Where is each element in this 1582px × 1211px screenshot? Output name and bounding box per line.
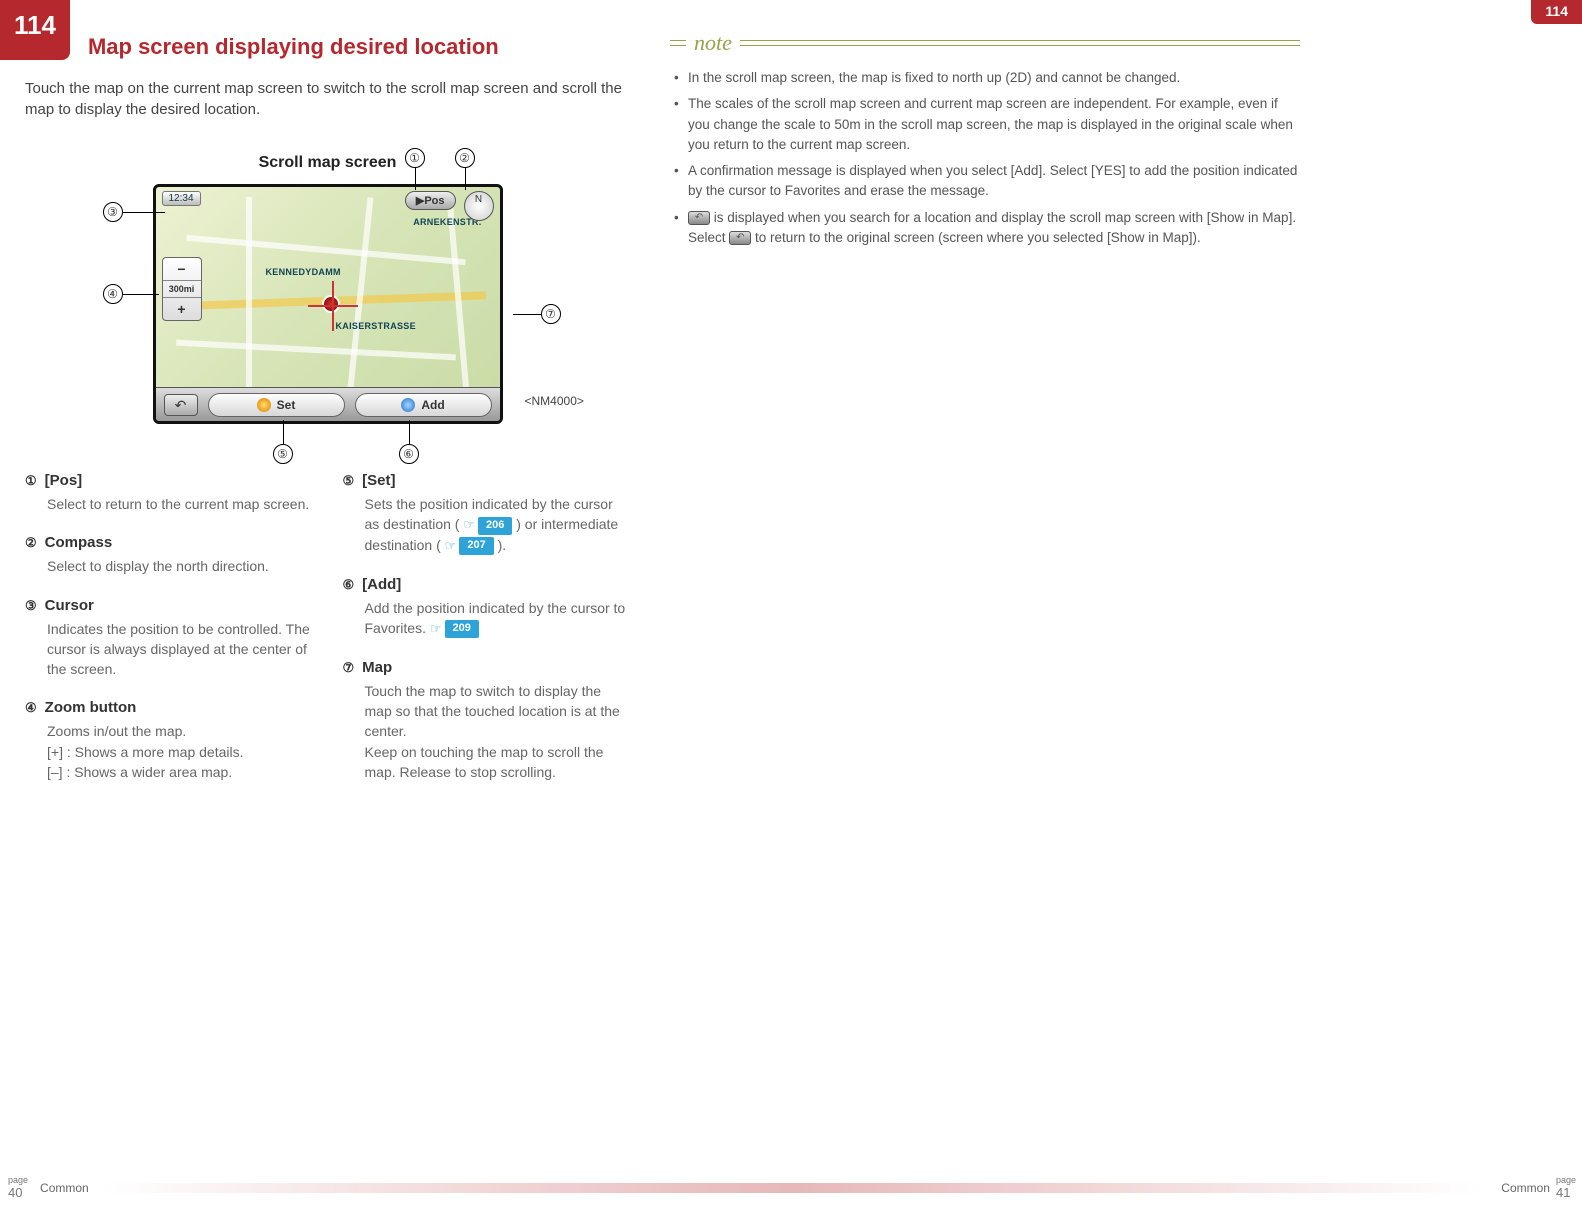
callout-7: ⑦ xyxy=(541,304,561,324)
note-heading: note xyxy=(670,30,1300,56)
set-button[interactable]: Set xyxy=(208,393,345,417)
add-button[interactable]: Add xyxy=(355,393,492,417)
note-item: ↶ is displayed when you search for a loc… xyxy=(674,208,1300,249)
description-column-left: ① [Pos] Select to return to the current … xyxy=(25,472,313,802)
street-label-2: KENNEDYDAMM xyxy=(266,267,341,277)
page-ref-209: ☞ 209 xyxy=(430,620,479,639)
callout-5: ⑤ xyxy=(273,444,293,464)
page-content: 114 Map screen displaying desired locati… xyxy=(0,0,1582,802)
map-screenshot: ARNEKENSTR. KENNEDYDAMM KAISERSTRASSE 12… xyxy=(153,184,503,424)
desc-body: Add the position indicated by the cursor… xyxy=(343,598,631,639)
figure-caption: Scroll map screen xyxy=(25,154,630,172)
desc-body: Indicates the position to be controlled.… xyxy=(25,619,313,680)
desc-num: ② xyxy=(25,535,37,551)
right-page-column: note In the scroll map screen, the map i… xyxy=(650,20,1300,802)
zoom-minus-button[interactable]: − xyxy=(163,258,201,281)
zoom-control[interactable]: − 300mi + xyxy=(162,257,202,321)
figure-block: Scroll map screen ARNEKENSTR. KENNEDYDAM… xyxy=(25,154,630,428)
left-page-column: 114 Map screen displaying desired locati… xyxy=(0,20,650,802)
desc-title: Map xyxy=(362,659,392,676)
corner-page-number: 114 xyxy=(1531,0,1582,24)
desc-item-compass: ② Compass Select to display the north di… xyxy=(25,534,313,576)
desc-num: ⑥ xyxy=(343,577,355,593)
desc-item-set: ⑤ [Set] Sets the position indicated by t… xyxy=(343,472,631,556)
set-icon xyxy=(257,398,271,412)
map-bottom-bar: ↶ Set Add xyxy=(156,387,500,421)
page-ref-207: ☞ 207 xyxy=(445,537,494,556)
map-clock: 12:34 xyxy=(162,191,201,206)
note-item: In the scroll map screen, the map is fix… xyxy=(674,68,1300,88)
zoom-plus-button[interactable]: + xyxy=(163,298,201,320)
back-arrow-icon: ↶ xyxy=(729,231,751,245)
desc-title: Zoom button xyxy=(45,699,137,716)
desc-body: Zooms in/out the map. [+] : Shows a more… xyxy=(25,721,313,782)
desc-title: Cursor xyxy=(45,597,94,614)
desc-title: Compass xyxy=(45,534,113,551)
desc-body: Touch the map to switch to display the m… xyxy=(343,681,631,782)
desc-item-zoom: ④ Zoom button Zooms in/out the map. [+] … xyxy=(25,699,313,782)
map-cursor-icon xyxy=(322,295,340,313)
callout-2: ② xyxy=(455,148,475,168)
desc-title: [Add] xyxy=(362,576,401,593)
pos-button[interactable]: ▶Pos xyxy=(405,191,456,210)
zoom-distance-label: 300mi xyxy=(163,281,201,298)
street-label-3: KAISERSTRASSE xyxy=(336,321,416,331)
footer-left: page 40 Common xyxy=(0,1176,89,1200)
desc-num: ④ xyxy=(25,700,37,716)
back-button[interactable]: ↶ xyxy=(164,394,198,416)
callout-6: ⑥ xyxy=(399,444,419,464)
desc-num: ⑦ xyxy=(343,660,355,676)
add-icon xyxy=(401,398,415,412)
compass-button[interactable]: N xyxy=(464,191,494,221)
footer-right: Common page 41 xyxy=(1495,1176,1582,1200)
desc-body: Select to return to the current map scre… xyxy=(25,494,313,514)
desc-body: Select to display the north direction. xyxy=(25,556,313,576)
desc-num: ① xyxy=(25,473,37,489)
footer-section-left: Common xyxy=(40,1181,89,1195)
page-footer: page 40 Common Common page 41 xyxy=(0,1175,1582,1201)
device-model-label: <NM4000> xyxy=(525,394,584,408)
desc-num: ⑤ xyxy=(343,473,355,489)
intro-paragraph: Touch the map on the current map screen … xyxy=(25,78,630,120)
note-item: The scales of the scroll map screen and … xyxy=(674,94,1300,155)
footer-section-right: Common xyxy=(1501,1181,1550,1195)
add-button-label: Add xyxy=(421,398,444,412)
callout-4: ④ xyxy=(103,284,123,304)
callout-1: ① xyxy=(405,148,425,168)
desc-body: Sets the position indicated by the curso… xyxy=(343,494,631,556)
desc-title: [Set] xyxy=(362,472,395,489)
description-column-right: ⑤ [Set] Sets the position indicated by t… xyxy=(343,472,631,802)
description-columns: ① [Pos] Select to return to the current … xyxy=(25,472,630,802)
desc-item-pos: ① [Pos] Select to return to the current … xyxy=(25,472,313,514)
page-ref-206: ☞ 206 xyxy=(463,516,512,535)
figure-wrap: ARNEKENSTR. KENNEDYDAMM KAISERSTRASSE 12… xyxy=(153,184,503,424)
desc-title: [Pos] xyxy=(45,472,83,489)
page-number-badge: 114 xyxy=(0,0,70,60)
note-list: In the scroll map screen, the map is fix… xyxy=(670,68,1300,248)
desc-num: ③ xyxy=(25,598,37,614)
callout-3: ③ xyxy=(103,202,123,222)
note-item: A confirmation message is displayed when… xyxy=(674,161,1300,202)
desc-item-map: ⑦ Map Touch the map to switch to display… xyxy=(343,659,631,782)
desc-item-cursor: ③ Cursor Indicates the position to be co… xyxy=(25,597,313,680)
set-button-label: Set xyxy=(277,398,296,412)
header-row: 114 Map screen displaying desired locati… xyxy=(25,20,630,60)
footer-divider xyxy=(99,1183,1486,1193)
back-arrow-icon: ↶ xyxy=(688,211,710,225)
desc-item-add: ⑥ [Add] Add the position indicated by th… xyxy=(343,576,631,639)
page-title: Map screen displaying desired location xyxy=(70,20,499,60)
